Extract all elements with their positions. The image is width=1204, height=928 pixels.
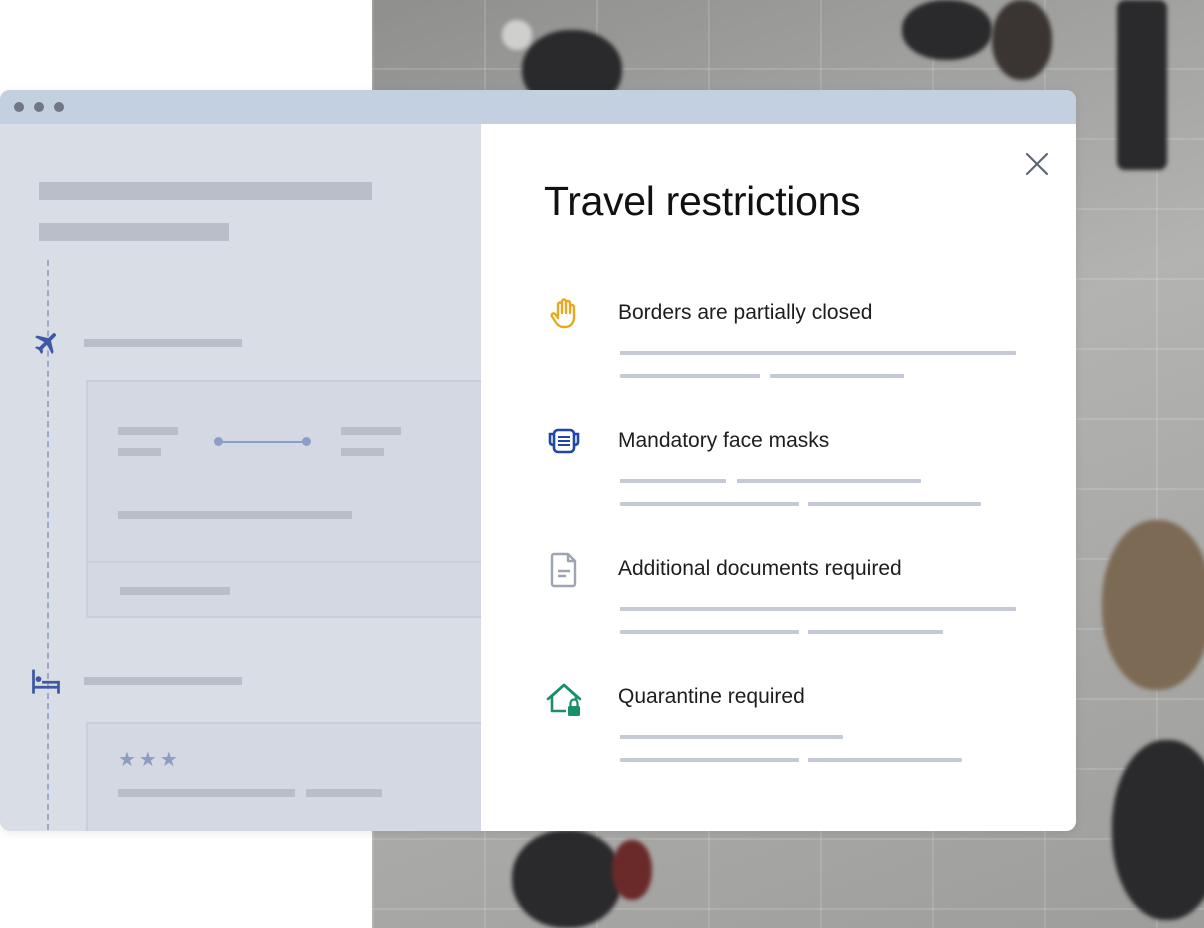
skeleton-heading [39,182,372,200]
skeleton-line [118,511,352,519]
house-lock-icon [546,683,582,716]
window-dot [14,102,24,112]
placeholder-line [620,351,1016,355]
flight-card [86,380,488,618]
skeleton-line [341,448,384,456]
route-line [220,441,306,443]
browser-window: ★★★ Travel restrictions Borders are part… [0,90,1076,831]
face-mask-icon [548,428,580,454]
window-titlebar [0,90,1076,124]
bed-icon [32,669,60,694]
placeholder-line [620,758,799,762]
placeholder-line [620,502,799,506]
placeholder-line [620,607,1016,611]
restriction-label: Additional documents required [618,557,902,580]
card-divider [88,561,488,563]
airplane-icon [35,333,56,355]
skeleton-line [118,448,161,456]
skeleton-line [341,427,401,435]
restriction-item: Mandatory face masks [544,422,1024,522]
hotel-card [86,722,486,831]
skeleton-line [118,789,295,797]
placeholder-line [808,630,943,634]
skeleton-subheading [39,223,229,241]
travel-restrictions-modal: Travel restrictions Borders are partiall… [481,124,1076,831]
placeholder-line [620,735,843,739]
window-dot [34,102,44,112]
placeholder-line [808,502,981,506]
document-icon [550,552,577,588]
hand-stop-icon [550,298,576,329]
restriction-item: Borders are partially closed [544,294,1024,394]
window-dot [54,102,64,112]
placeholder-line [620,630,799,634]
route-end-dot [302,437,311,446]
restriction-label: Mandatory face masks [618,429,830,452]
skeleton-section-title [84,339,242,347]
restriction-item: Additional documents required [544,550,1024,650]
skeleton-line [120,587,230,595]
placeholder-line [808,758,962,762]
skeleton-line [306,789,382,797]
placeholder-line [620,479,726,483]
skeleton-section-title [84,677,242,685]
placeholder-line [620,374,760,378]
close-icon[interactable] [1023,150,1051,178]
hotel-rating-stars: ★★★ [118,749,181,771]
restriction-item: Quarantine required [544,678,1024,778]
placeholder-line [737,479,921,483]
placeholder-line [770,374,904,378]
restriction-label: Quarantine required [618,685,805,708]
restriction-label: Borders are partially closed [618,301,873,324]
modal-title: Travel restrictions [544,178,861,224]
skeleton-line [118,427,178,435]
